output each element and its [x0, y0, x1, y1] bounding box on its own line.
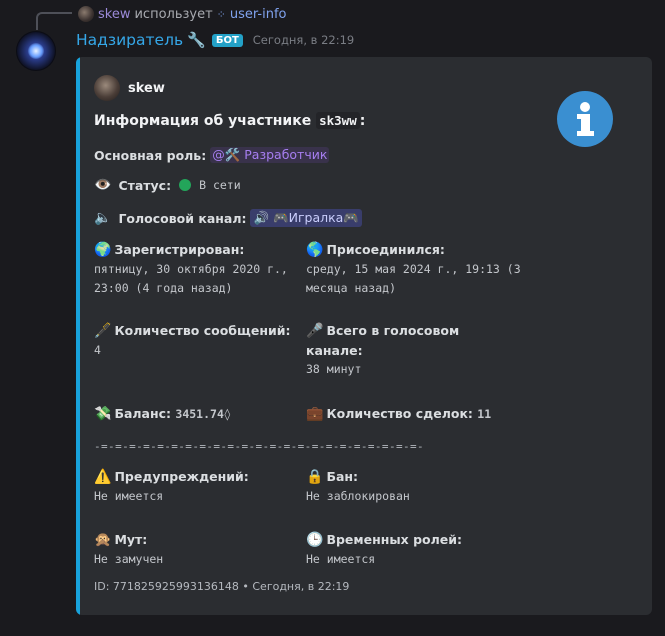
temp-roles-field: 🕒 Временных ролей: Не имеется: [306, 530, 516, 569]
voice-time-label-2: канале:: [306, 343, 363, 358]
warnings-label: Предупреждений:: [114, 469, 249, 484]
briefcase-icon: 💼: [306, 406, 324, 422]
embed-author: skew: [94, 75, 165, 101]
registered-value-line2: 23:00 (4 года назад): [94, 281, 233, 295]
clock-icon: 🕒: [306, 532, 324, 548]
embed-author-avatar: [94, 75, 120, 101]
ban-field: 🔒 Бан: Не заблокирован: [306, 467, 516, 506]
balance-label: Баланс:: [114, 406, 172, 421]
main-role-label: Основная роль:: [94, 147, 207, 163]
embed-author-name: skew: [128, 80, 165, 96]
info-icon: [557, 91, 613, 147]
globe-americas-icon: 🌎: [306, 242, 324, 258]
mute-value: Не замучен: [94, 552, 164, 566]
voice-channel-mention[interactable]: 🔊 🎮Игралка🎮: [250, 209, 362, 227]
joined-value-line1: среду, 15 мая 2024 г., 19:13 (3: [306, 262, 521, 276]
slash-command-icon: ⁘: [216, 7, 226, 21]
voice-speaker-icon: 🔊: [253, 210, 274, 225]
bot-tag: БОТ: [211, 33, 243, 47]
messages-field: 🖋️ Количество сообщений: 4: [94, 321, 304, 360]
command-name[interactable]: user-info: [230, 7, 287, 22]
author-name[interactable]: Надзиратель: [76, 31, 183, 49]
registered-label: Зарегистрирован:: [114, 242, 245, 257]
money-icon: 💸: [94, 406, 112, 422]
deals-value: 11: [477, 407, 492, 421]
temp-roles-label: Временных ролей:: [326, 532, 463, 547]
warning-icon: ⚠️: [94, 469, 112, 485]
deals-field: 💼 Количество сделок: 11: [306, 404, 536, 424]
voice-channel-name: 🎮Игралка🎮: [273, 210, 359, 225]
voice-time-label-1: Всего в голосовом: [326, 323, 460, 338]
title-suffix: :: [359, 113, 366, 129]
wrench-icon: 🔧: [187, 31, 206, 49]
title-username: sk3ww: [316, 112, 360, 129]
embed-accent-bar: [76, 57, 80, 615]
ban-label: Бан:: [326, 469, 359, 484]
status-row: 👁️ Статус: В сети: [94, 177, 241, 193]
separator-line: -=-=-=-=-=-=-=-=-=-=-=-=-=-=-=-=-=-=-=-=…: [94, 440, 425, 453]
status-value: В сети: [199, 178, 241, 192]
currency-icon: ◊: [223, 407, 231, 421]
microphone-icon: 🎤: [306, 323, 324, 339]
joined-value-line2: месяца назад): [306, 281, 397, 295]
balance-field: 💸 Баланс: 3451.74◊: [94, 404, 304, 424]
eye-icon: 👁️: [94, 177, 112, 193]
joined-label: Присоединился:: [326, 242, 445, 257]
registered-value-line1: пятницу, 30 октября 2020 г.,: [94, 262, 288, 276]
messages-label: Количество сообщений:: [114, 323, 291, 338]
globe-icon: 🌍: [94, 242, 112, 258]
mute-field: 🙊 Мут: Не замучен: [94, 530, 304, 569]
voice-time-value: 38 минут: [306, 362, 362, 376]
status-label: Статус:: [118, 177, 172, 193]
balance-value: 3451.74: [175, 407, 224, 421]
messages-value: 4: [94, 343, 101, 357]
title-prefix: Информация об участнике: [94, 113, 312, 129]
joined-field: 🌎 Присоединился: среду, 15 мая 2024 г., 1…: [306, 240, 536, 298]
reply-uses-text: использует: [134, 6, 213, 22]
embed-footer: ID: 771825925993136148 • Сегодня, в 22:1…: [94, 580, 350, 593]
voice-time-field: 🎤 Всего в голосовом канале: 38 минут: [306, 321, 516, 379]
reply-username[interactable]: skew: [98, 7, 130, 22]
deals-label: Количество сделок:: [326, 406, 473, 421]
bot-avatar[interactable]: [16, 31, 56, 71]
voice-channel-row: 🔈 Голосовой канал: 🔊 🎮Игралка🎮: [94, 209, 362, 227]
message-timestamp: Сегодня, в 22:19: [252, 33, 355, 47]
speak-no-evil-monkey-icon: 🙊: [94, 532, 112, 548]
mute-label: Мут:: [114, 532, 148, 547]
registered-field: 🌍 Зарегистрирован: пятницу, 30 октября 20…: [94, 240, 294, 298]
message-header: Надзиратель 🔧 БОТ Сегодня, в 22:19: [76, 29, 354, 51]
online-status-icon: [179, 179, 192, 191]
voice-channel-label: Голосовой канал:: [118, 210, 247, 226]
ban-value: Не заблокирован: [306, 489, 410, 503]
lock-icon: 🔒: [306, 469, 324, 485]
role-mention[interactable]: @🛠️ Разработчик: [210, 147, 330, 163]
command-reply-header: skew использует ⁘ user-info: [78, 5, 287, 23]
pen-icon: 🖋️: [94, 323, 112, 339]
embed-title: Информация об участнике sk3ww:: [94, 112, 366, 129]
user-info-embed: skew Информация об участнике sk3ww: Осно…: [76, 57, 652, 615]
speaker-icon: 🔈: [94, 210, 112, 226]
reply-user-avatar[interactable]: [78, 6, 94, 22]
temp-roles-value: Не имеется: [306, 552, 376, 566]
warnings-value: Не имеется: [94, 489, 164, 503]
main-role-row: Основная роль: @🛠️ Разработчик: [94, 147, 330, 163]
warnings-field: ⚠️ Предупреждений: Не имеется: [94, 467, 304, 506]
reply-connector-line: [36, 12, 72, 30]
